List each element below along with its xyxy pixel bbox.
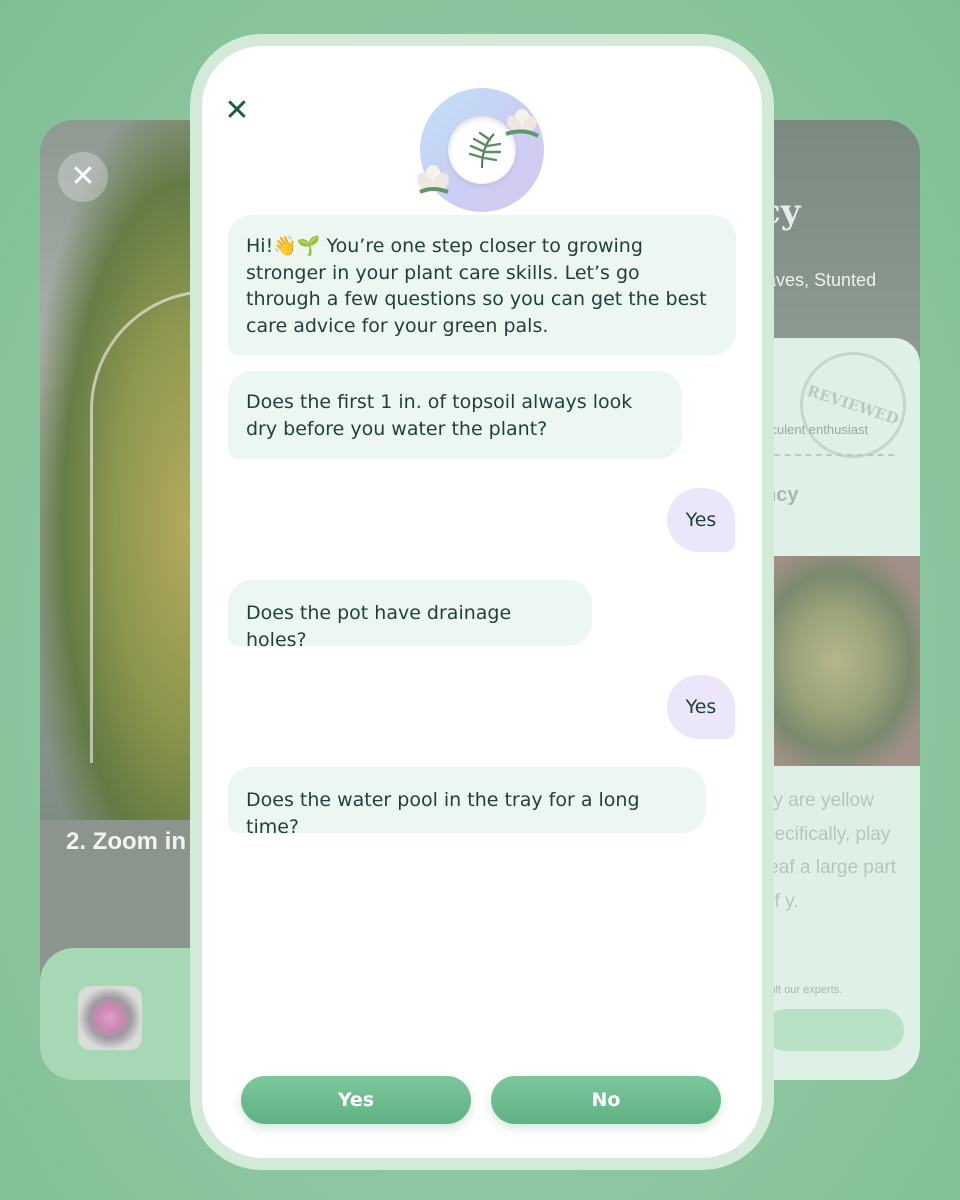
consult-button[interactable] <box>764 1009 904 1051</box>
author-role: cculent enthusiast <box>764 422 869 437</box>
magnolia-flower-icon <box>505 109 539 138</box>
app-stage: ✕ 2. Zoom in the proble cy aves, Stunted… <box>0 0 960 1200</box>
close-icon[interactable]: ✕ <box>222 96 252 126</box>
user-answer-yes: Yes <box>667 488 735 552</box>
symptoms-text: aves, Stunted <box>766 270 877 290</box>
divider <box>764 454 894 456</box>
user-answer-yes: Yes <box>667 675 735 739</box>
plant-thumbnail[interactable] <box>78 986 142 1050</box>
bot-question-topsoil: Does the first 1 in. of topsoil always l… <box>228 371 682 459</box>
reviewed-stamp-icon: REVIEWED <box>786 338 920 472</box>
diseased-leaf-photo <box>764 556 920 766</box>
bot-question-drainage: Does the pot have drainage holes? <box>228 580 592 651</box>
no-button[interactable]: No <box>491 1076 721 1124</box>
chat-screen: ✕ Hi!👋🌱 You’re one step closer to growin… <box>202 46 762 1158</box>
bot-message-intro: Hi!👋🌱 You’re one step closer to growing … <box>228 215 736 355</box>
expert-footnote: sult our experts. <box>764 984 843 996</box>
phone-frame: ✕ Hi!👋🌱 You’re one step closer to growin… <box>190 34 774 1170</box>
yes-button[interactable]: Yes <box>241 1076 471 1124</box>
close-icon[interactable]: ✕ <box>58 152 108 202</box>
magnolia-flower-icon <box>417 165 449 194</box>
palm-leaf-icon <box>468 131 502 169</box>
bot-question-water-pool: Does the water pool in the tray for a lo… <box>228 767 706 838</box>
diagnosis-body: cy are yellow pecifically, play leaf a l… <box>764 790 897 912</box>
